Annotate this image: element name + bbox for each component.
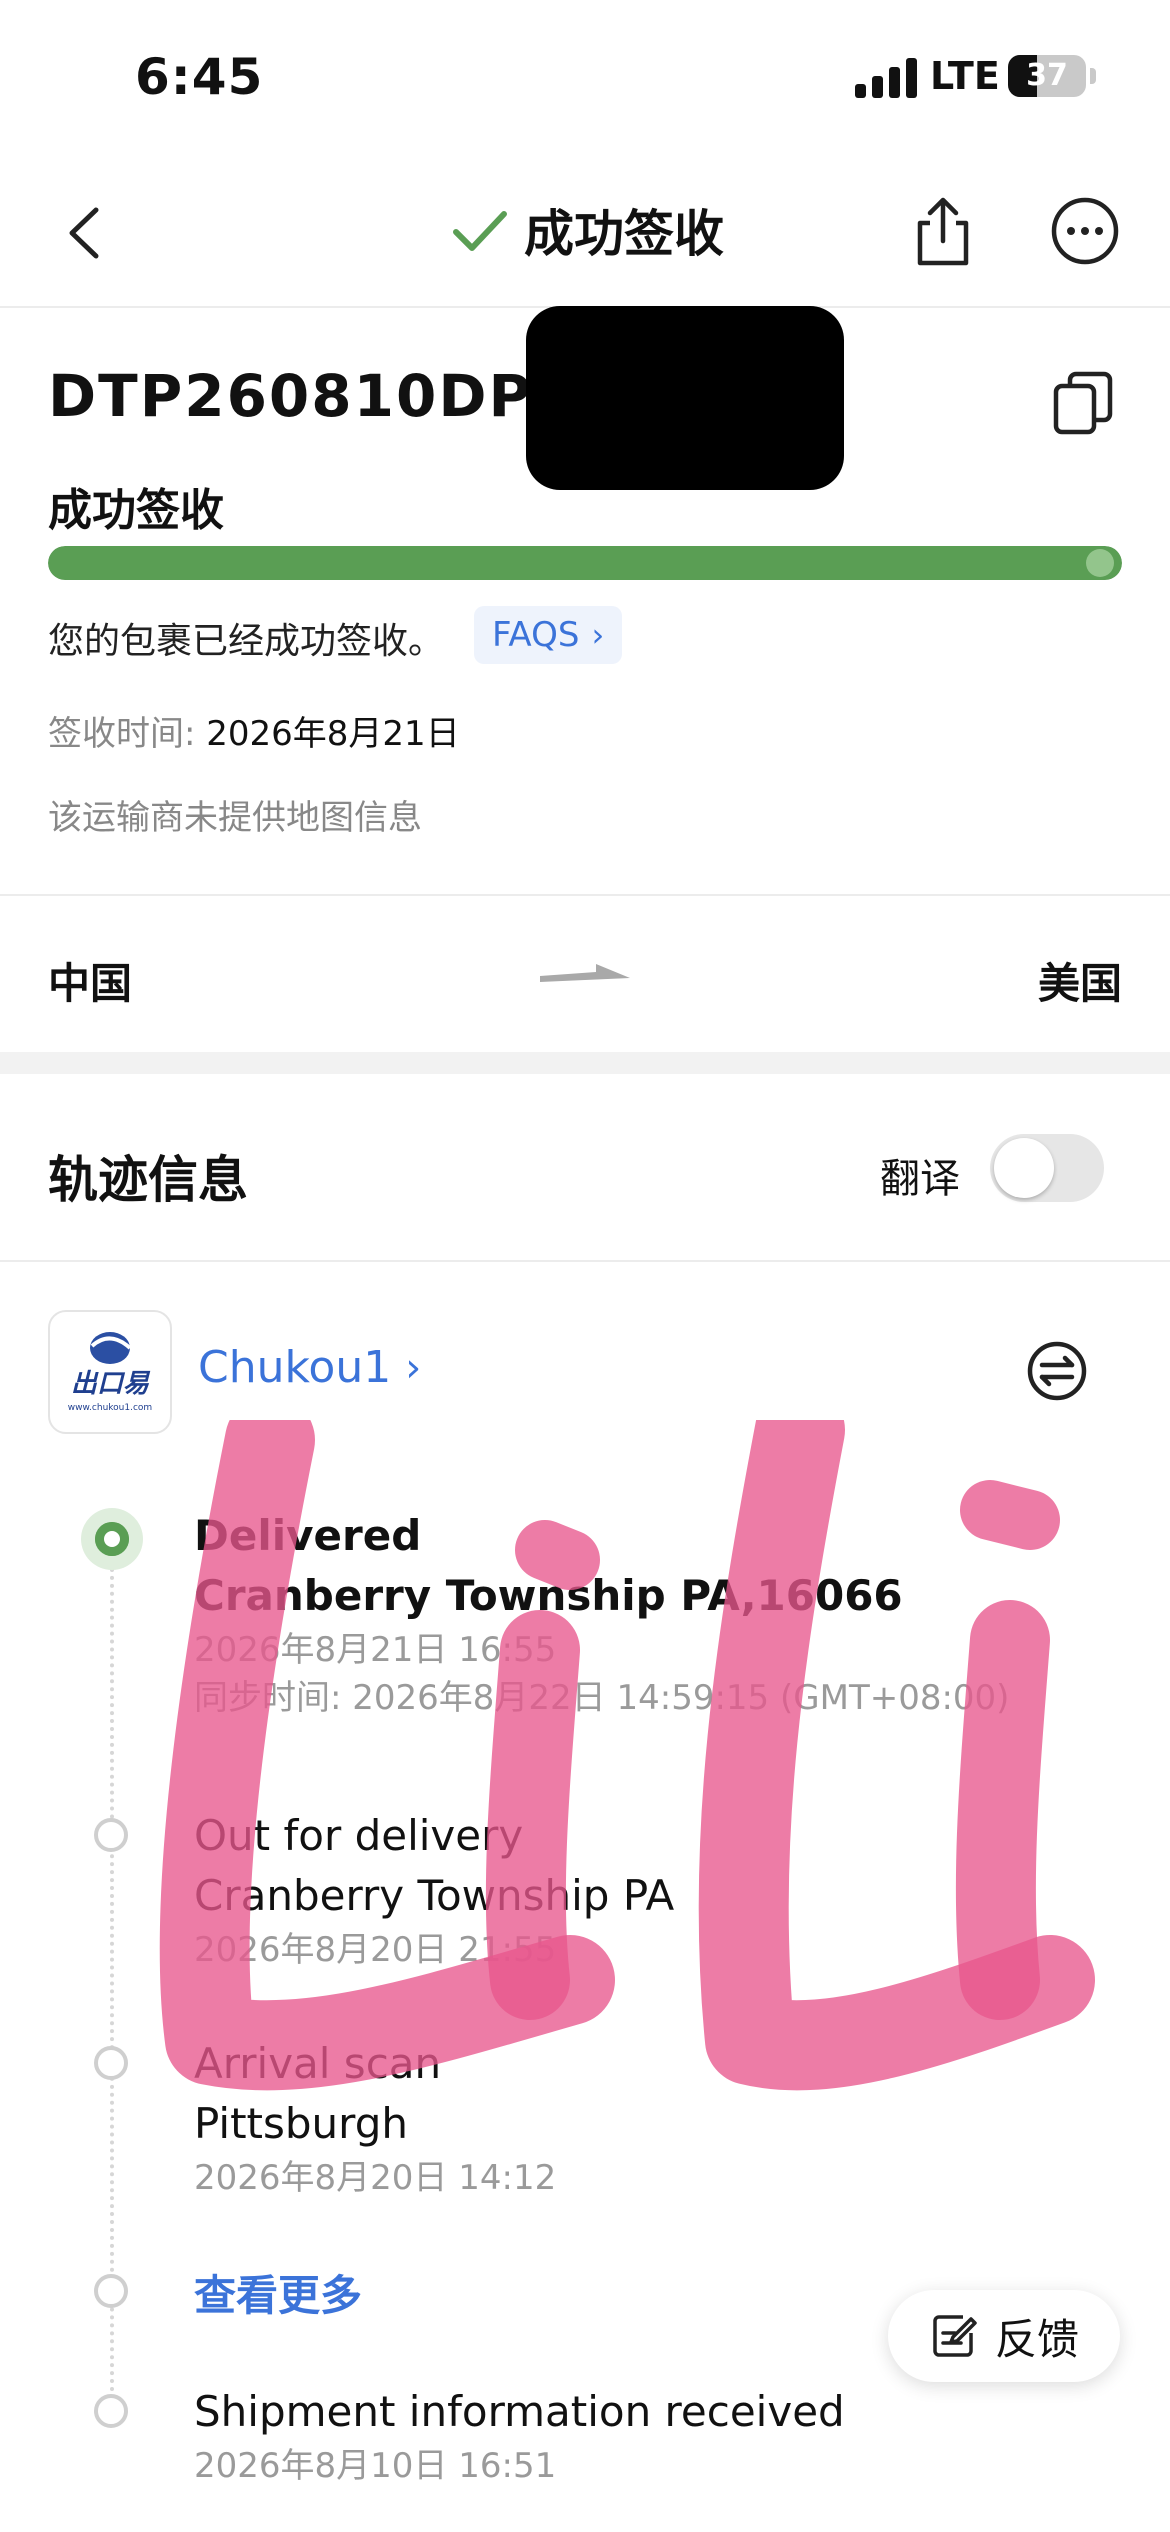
carrier-logo-text: 出口易 (71, 1369, 151, 1399)
carrier-logo-url: www.chukou1.com (68, 1403, 152, 1413)
event-status: Out for delivery (194, 1811, 524, 1860)
copy-icon[interactable] (1052, 370, 1114, 436)
timeline-dot (94, 2394, 128, 2428)
tracking-section-title: 轨迹信息 (48, 1151, 248, 1209)
event-status: Arrival scan (194, 2039, 442, 2088)
chevron-right-icon: › (405, 1344, 422, 1391)
more-icon[interactable] (1050, 196, 1120, 266)
event-time: 2026年8月10日 16:51 (194, 2446, 557, 2486)
network-type: LTE (930, 54, 1000, 98)
page-title: 成功签收 (450, 194, 724, 266)
event-time: 2026年8月21日 16:55 (194, 1630, 557, 1670)
progress-end-dot (1086, 549, 1114, 577)
status-time: 6:45 (135, 48, 264, 106)
battery-tip (1090, 68, 1096, 84)
feedback-button[interactable]: 反馈 (888, 2290, 1120, 2382)
timeline-event: Out for delivery Cranberry Township PA 2… (194, 1806, 1094, 1974)
switch-icon[interactable] (1026, 1340, 1088, 1402)
translate-toggle[interactable] (990, 1134, 1104, 1202)
toggle-knob (994, 1138, 1054, 1198)
faqs-label: FAQS (492, 615, 580, 655)
carrier-name: Chukou1 (198, 1342, 392, 1393)
feedback-label: 反馈 (994, 2314, 1079, 2364)
event-time: 2026年8月20日 14:12 (194, 2158, 557, 2198)
timeline-event: Delivered Cranberry Township PA,16066 20… (194, 1506, 1094, 1722)
delivery-progress-fill (48, 546, 1122, 580)
delivery-progress-bar (48, 546, 1122, 580)
event-time: 2026年8月20日 21:55 (194, 1930, 557, 1970)
faqs-link[interactable]: FAQS › (474, 606, 623, 664)
route-origin: 中国 (48, 959, 133, 1008)
event-location: Cranberry Township PA (194, 1871, 675, 1920)
page-title-text: 成功签收 (524, 205, 724, 263)
event-location: Pittsburgh (194, 2099, 408, 2148)
route-destination: 美国 (1037, 959, 1122, 1008)
timeline-event: Arrival scan Pittsburgh 2026年8月20日 14:12 (194, 2034, 1094, 2202)
chukou1-logo-icon: 出口易 www.chukou1.com (68, 1332, 152, 1413)
checkmark-icon (453, 211, 507, 251)
divider (0, 1260, 1170, 1262)
event-sync-time: 同步时间: 2026年8月22日 14:59:15 (GMT+08:00) (194, 1678, 1010, 1718)
sign-time-label: 签收时间: (48, 714, 207, 754)
timeline-dot (94, 1818, 128, 1852)
section-gap (0, 1052, 1170, 1074)
see-more-link[interactable]: 查看更多 (194, 2262, 362, 2323)
status-bar: 6:45 LTE 37 (0, 0, 1170, 150)
event-status: Delivered (194, 1511, 422, 1560)
share-icon[interactable] (910, 195, 976, 269)
nav-bar: 成功签收 (0, 160, 1170, 308)
redaction-mark (526, 306, 844, 490)
no-map-note: 该运输商未提供地图信息 (48, 798, 422, 838)
divider (0, 894, 1170, 896)
cell-signal-icon (855, 58, 917, 98)
timeline-event: Shipment information received 2026年8月10日… (194, 2382, 1094, 2490)
timeline-dot (94, 2046, 128, 2080)
event-status: Shipment information received (194, 2387, 845, 2436)
back-icon[interactable] (56, 198, 116, 268)
timeline-dot-current (81, 1508, 143, 1570)
delivery-status-label: 成功签收 (48, 485, 224, 536)
battery-level: 37 (1026, 58, 1068, 93)
tracking-number: DTP260810DP2 (48, 362, 576, 430)
battery-icon: 37 (1008, 55, 1086, 97)
route-arrow-icon (540, 964, 630, 982)
event-location: Cranberry Township PA,16066 (194, 1571, 903, 1620)
translate-label: 翻译 (880, 1156, 960, 1202)
chevron-right-icon: › (591, 616, 605, 654)
delivery-message: 您的包裹已经成功签收。 (48, 621, 445, 662)
carrier-logo[interactable]: 出口易 www.chukou1.com (48, 1310, 172, 1434)
edit-note-icon (933, 2315, 977, 2357)
carrier-name-link[interactable]: Chukou1 › (198, 1342, 421, 1393)
timeline-dot (94, 2274, 128, 2308)
sign-time-value: 2026年8月21日 (206, 714, 460, 754)
sign-time-row: 签收时间: 2026年8月21日 (48, 706, 460, 755)
